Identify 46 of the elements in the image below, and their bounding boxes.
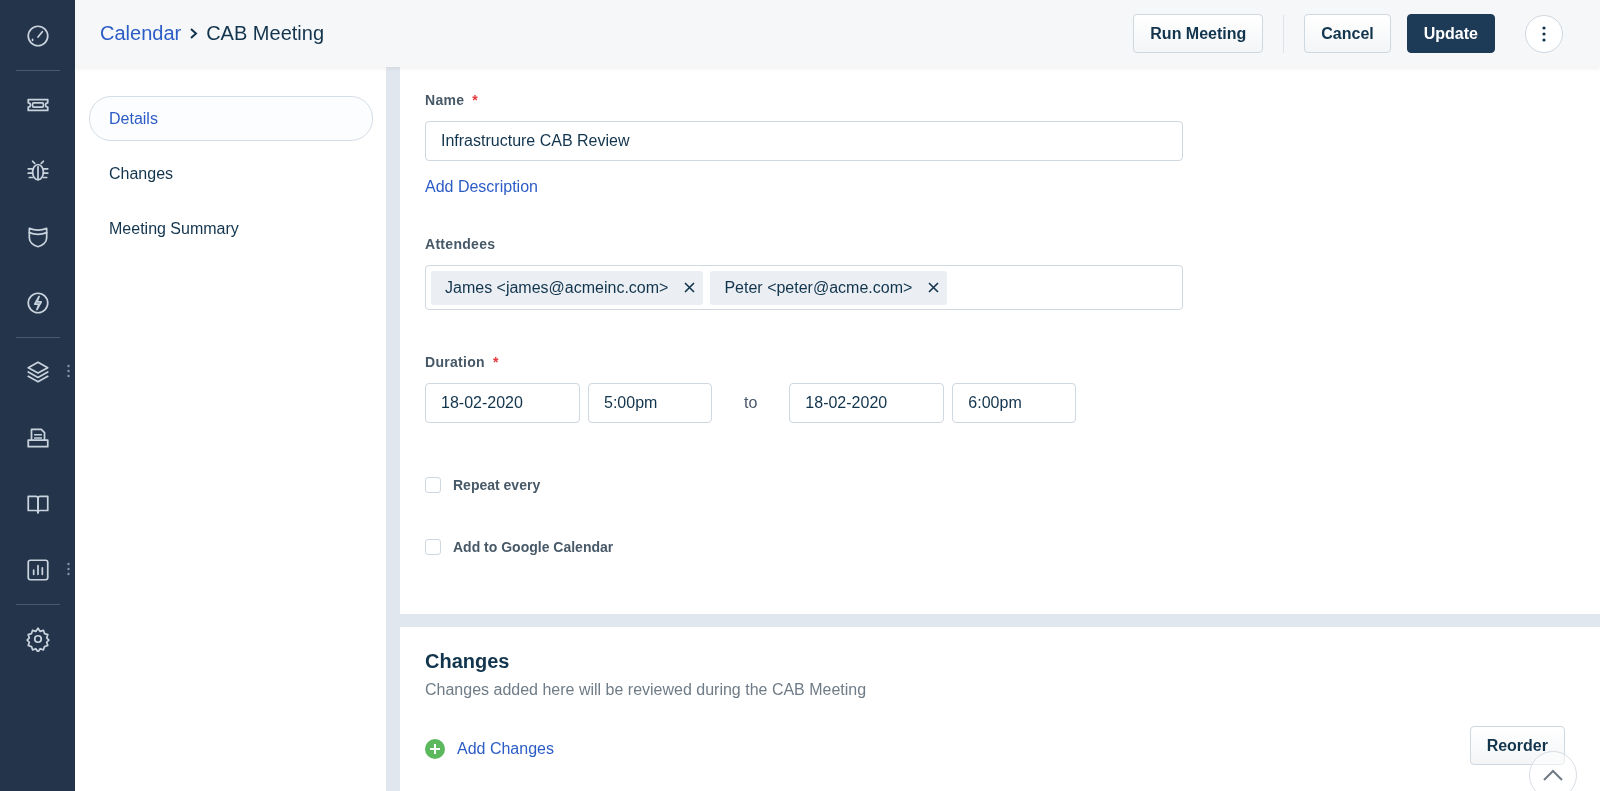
checkbox-label: Add to Google Calendar [453,539,614,555]
close-icon[interactable] [928,282,940,293]
more-dots-icon[interactable] [67,364,70,378]
scroll-top-button[interactable] [1529,751,1577,791]
field-label: Name [425,92,465,108]
more-dots-icon[interactable] [67,562,70,576]
document-tray-icon[interactable] [24,425,51,451]
section-nav-item[interactable]: Meeting Summary [89,206,373,251]
add-description-link[interactable]: Add Description [425,178,538,196]
required-asterisk: * [472,92,479,108]
update-button[interactable]: Update [1406,14,1495,53]
settings-icon[interactable] [24,626,51,652]
required-asterisk: * [492,354,499,370]
plus-circle-icon [425,738,445,759]
name-field[interactable]: Infrastructure CAB Review [425,121,1183,161]
chevron-up-icon [1542,768,1564,782]
field-label: Attendees [425,236,496,252]
breadcrumb-link[interactable]: Calendar [100,22,182,45]
field-label: Duration [425,354,485,370]
bolt-icon[interactable] [24,290,51,316]
time-field[interactable]: 5:00pm [588,383,712,423]
attendee-chip[interactable]: Peter <peter@acme.com> [710,270,948,305]
action-button[interactable]: Cancel [1304,14,1391,53]
reorder-button[interactable]: Reorder [1469,726,1565,765]
chevron-right-icon [189,27,199,40]
bar-chart-icon[interactable] [24,557,51,583]
more-icon [1542,25,1546,42]
section-nav-item[interactable]: Changes [89,151,373,196]
close-icon[interactable] [684,282,696,293]
action-button[interactable]: Run Meeting [1133,14,1264,53]
range-separator: to [744,394,758,412]
page-title: CAB Meeting [206,22,324,45]
add-changes-link[interactable]: Add Changes [425,738,554,759]
checkbox-label: Repeat every [453,477,541,493]
checkbox[interactable] [425,539,441,555]
section-heading: Changes [425,650,511,673]
attendee-chip[interactable]: James <james@acmeinc.com> [431,270,704,305]
time-field[interactable]: 6:00pm [952,383,1077,423]
checkbox[interactable] [425,477,441,493]
section-nav-item[interactable]: Details [89,96,373,141]
attendees-field[interactable]: James <james@acmeinc.com> Peter <peter@acme.com> [425,265,1183,310]
date-field[interactable]: 18-02-2020 [425,383,580,423]
section-description: Changes added here will be reviewed during the CAB Meeting [425,681,868,699]
date-field[interactable]: 18-02-2020 [789,383,945,423]
layers-icon[interactable] [24,359,51,385]
gauge-icon[interactable] [24,23,51,49]
